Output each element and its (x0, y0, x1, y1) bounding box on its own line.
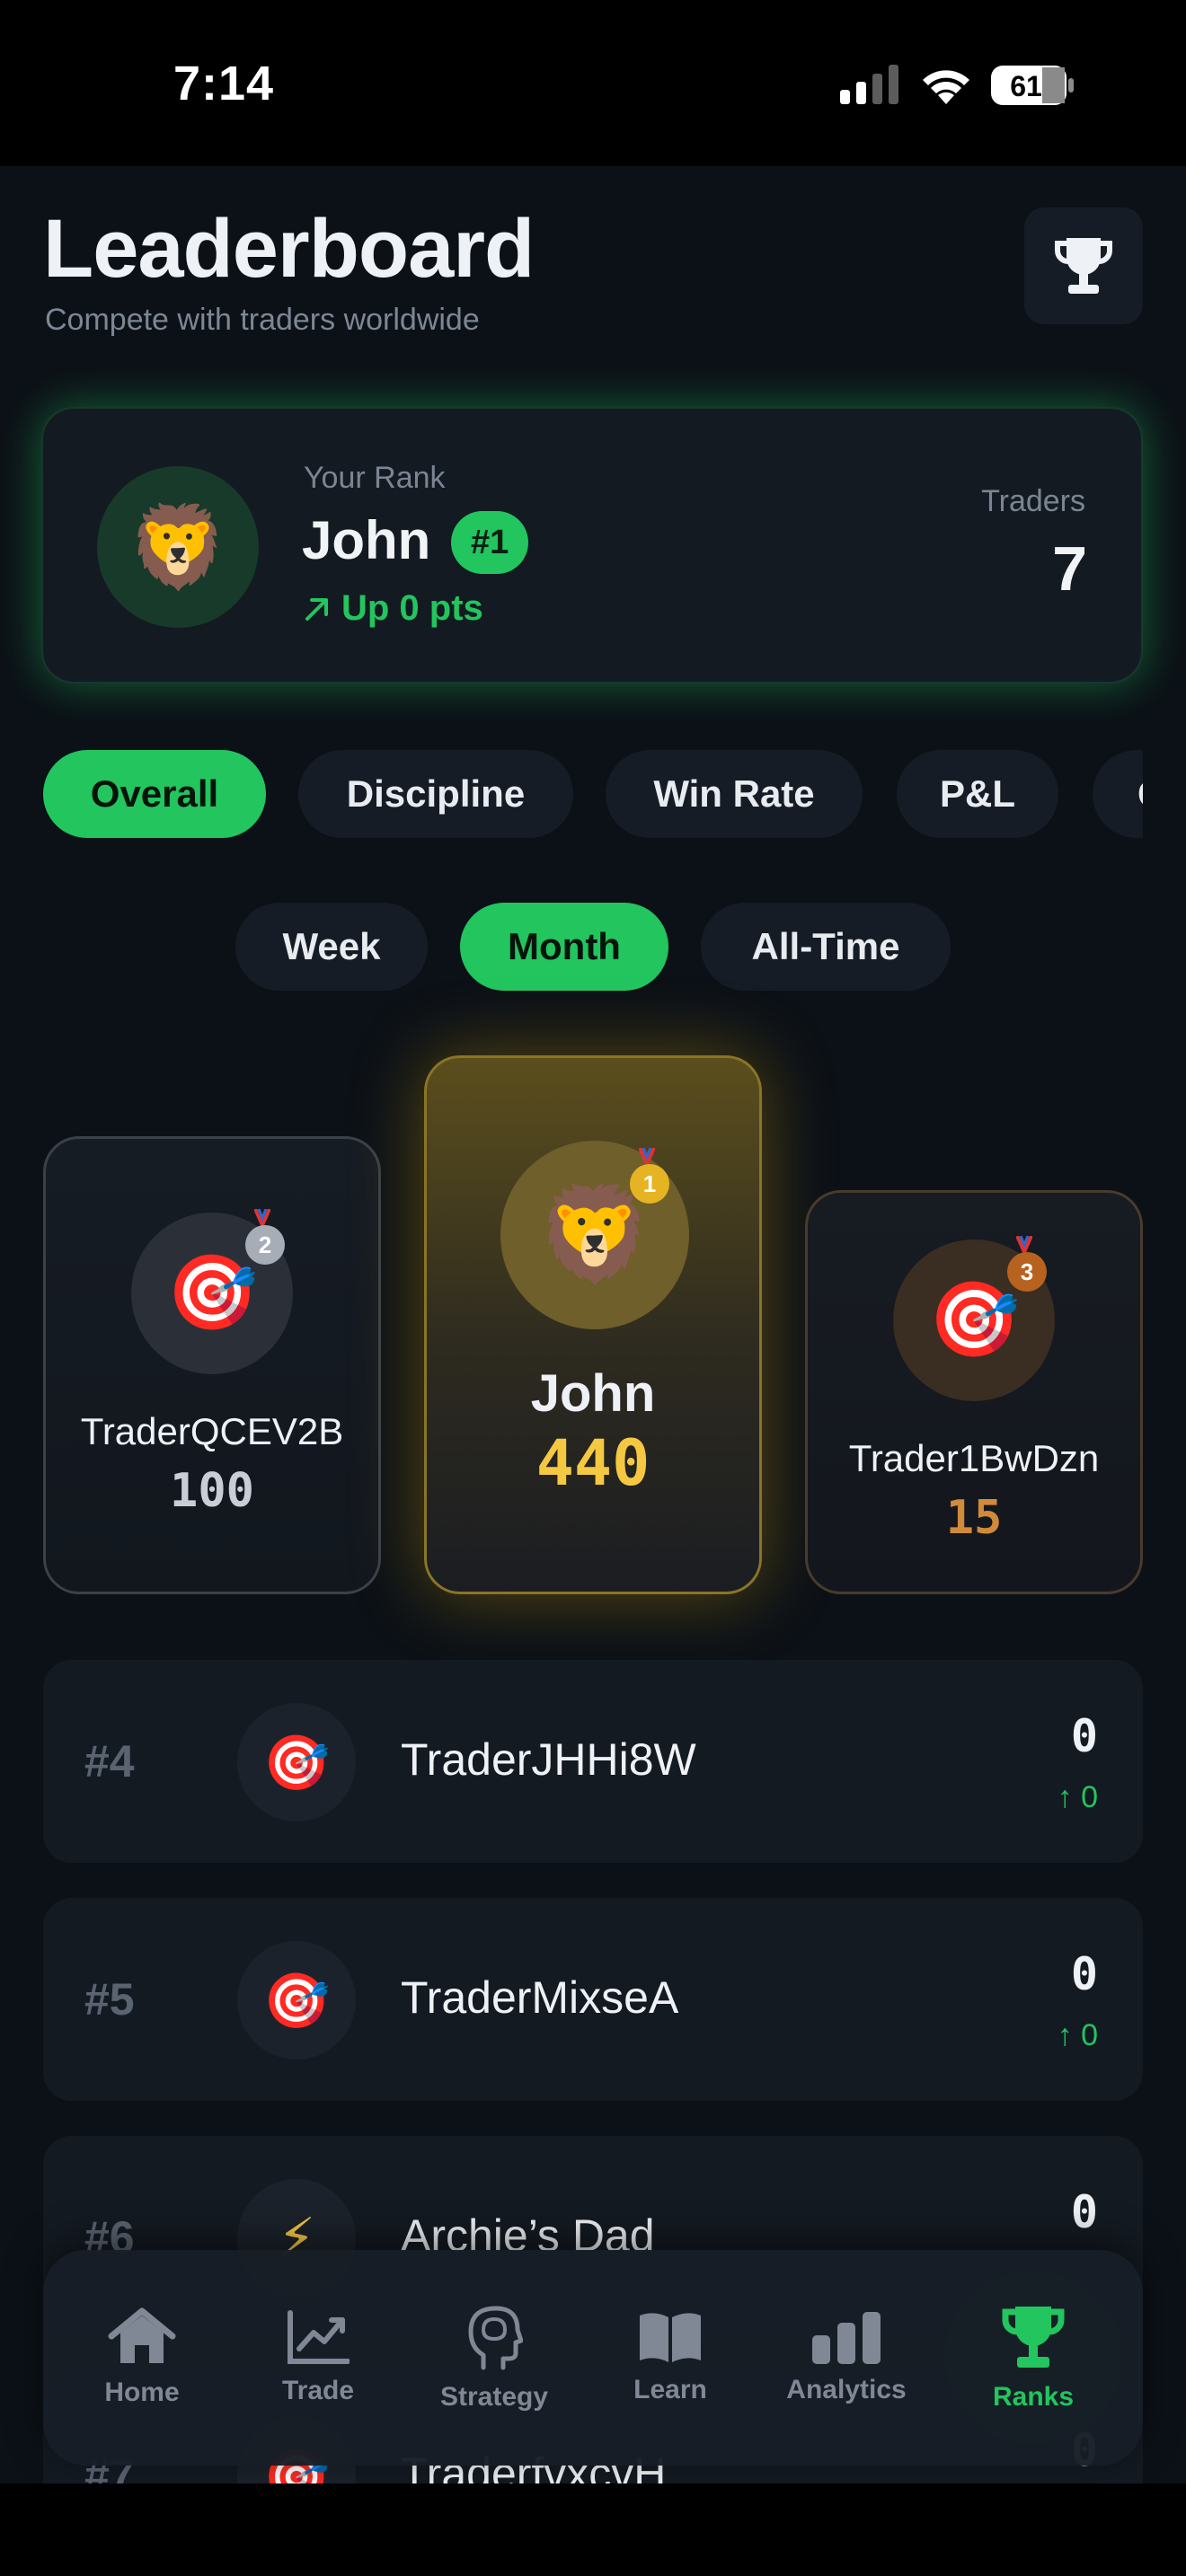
row-name: TraderMixseA (401, 1972, 679, 2023)
row-score: 0 (1070, 1948, 1098, 2000)
cellular-signal-icon (840, 65, 898, 104)
chip-pnl[interactable]: P&L (897, 750, 1058, 838)
avatar: 🎯 (237, 1703, 356, 1822)
battery-icon: 61 (991, 66, 1074, 105)
podium-name: Trader1BwDzn (848, 1437, 1100, 1479)
tab-label: Analytics (786, 2375, 907, 2404)
tab-home[interactable]: Home (54, 2250, 230, 2466)
avatar: 🦁 (97, 466, 259, 628)
chip-overall[interactable]: Overall (43, 750, 266, 838)
page-title: Leaderboard (43, 203, 535, 295)
row-name: TraderJHHi8W (401, 1734, 696, 1785)
traders-count: 7 (1052, 534, 1087, 604)
trophy-icon (1002, 2307, 1065, 2368)
chip-win-rate[interactable]: Win Rate (606, 750, 863, 838)
rank-change-text: Up 0 pts (341, 588, 483, 628)
podium-name: TraderQCEV2B (80, 1410, 344, 1452)
row-delta: ↑ 0 (1057, 2018, 1098, 2052)
home-indicator-area (0, 2483, 1186, 2576)
medal-bronze-icon: 3 (1007, 1252, 1047, 1292)
tab-label: Home (104, 2378, 180, 2407)
podium-name: John (530, 1364, 656, 1423)
bar-chart-icon (812, 2312, 881, 2364)
trophy-icon (1055, 238, 1112, 294)
rank-change: Up 0 pts (302, 588, 483, 629)
chip-discipline[interactable]: Discipline (298, 750, 573, 838)
podium-score: 100 (170, 1464, 254, 1518)
tab-strategy[interactable]: Strategy (406, 2250, 582, 2466)
trophy-button[interactable] (1024, 207, 1143, 324)
status-time: 7:14 (173, 57, 275, 110)
medal-gold-icon: 1 (630, 1164, 669, 1204)
table-row[interactable]: #4 🎯 TraderJHHi8W 0 ↑ 0 (43, 1660, 1143, 1863)
podium-second[interactable]: 🎯 2 TraderQCEV2B 100 (43, 1136, 381, 1594)
row-score: 0 (1070, 2186, 1098, 2238)
period-week[interactable]: Week (235, 903, 428, 991)
tab-label: Learn (633, 2375, 707, 2404)
arrow-up-right-icon (305, 597, 328, 621)
medal-silver-icon: 2 (245, 1225, 285, 1265)
your-rank-card[interactable]: 🦁 Your Rank John #1 Up 0 pts Traders 7 (41, 407, 1143, 684)
tab-ranks[interactable]: Ranks (945, 2250, 1121, 2466)
podium-score: 440 (535, 1426, 651, 1500)
tab-trade[interactable]: Trade (230, 2250, 406, 2466)
leaderboard-screen: Leaderboard Compete with traders worldwi… (0, 166, 1186, 2483)
row-delta: ↑ 0 (1057, 1780, 1098, 1814)
brain-head-icon (468, 2306, 523, 2370)
chip-more[interactable]: C (1093, 750, 1143, 838)
row-score: 0 (1070, 1710, 1098, 1762)
bottom-tab-bar: Home Trade Strategy Learn Analytics Rank… (43, 2250, 1143, 2466)
category-filter: Overall Discipline Win Rate P&L C (43, 750, 1143, 840)
row-rank: #4 (84, 1736, 135, 1786)
podium-first[interactable]: 🦁 1 John 440 (424, 1055, 762, 1594)
tab-label: Trade (281, 2376, 355, 2405)
tab-analytics[interactable]: Analytics (758, 2250, 934, 2466)
page-subtitle: Compete with traders worldwide (45, 303, 480, 337)
your-rank-name: John (302, 510, 431, 570)
tab-label: Strategy (439, 2382, 549, 2412)
podium-score: 15 (945, 1491, 1003, 1545)
chart-line-icon (288, 2310, 350, 2364)
tab-label: Ranks (992, 2382, 1075, 2412)
row-rank: #5 (84, 1974, 135, 2025)
your-rank-label: Your Rank (304, 461, 446, 495)
wifi-icon (923, 70, 969, 104)
home-icon (108, 2307, 176, 2363)
avatar: 🎯 (237, 1941, 356, 2060)
podium-third[interactable]: 🎯 3 Trader1BwDzn 15 (805, 1190, 1143, 1594)
table-row[interactable]: #5 🎯 TraderMixseA 0 ↑ 0 (43, 1898, 1143, 2101)
book-icon (640, 2313, 701, 2362)
period-all-time[interactable]: All-Time (701, 903, 951, 991)
period-month[interactable]: Month (460, 903, 668, 991)
status-bar: 7:14 61 (0, 0, 1186, 166)
tab-learn[interactable]: Learn (582, 2250, 758, 2466)
traders-label: Traders (981, 484, 1085, 518)
rank-badge: #1 (451, 511, 529, 574)
battery-level: 61 (1010, 70, 1042, 102)
